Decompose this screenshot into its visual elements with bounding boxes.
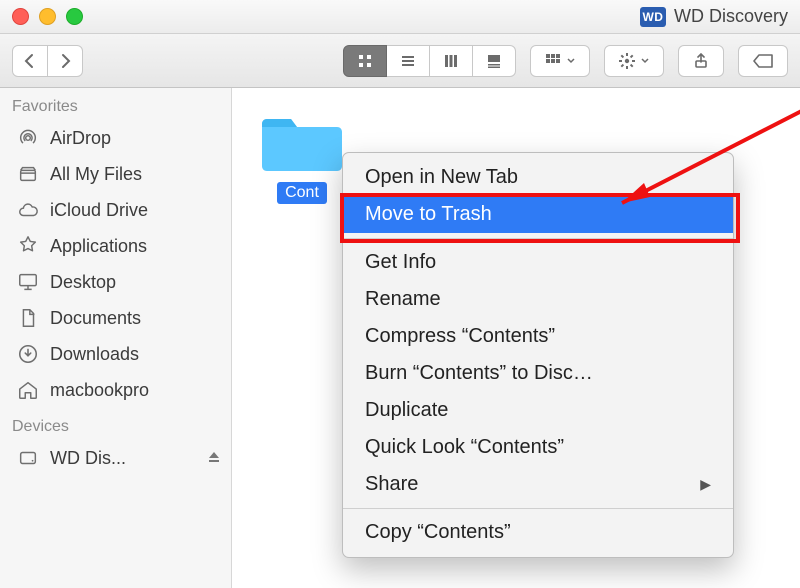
columns-icon	[443, 53, 459, 69]
chevron-right-icon	[57, 53, 73, 69]
sidebar-item-desktop[interactable]: Desktop	[0, 264, 231, 300]
close-window-button[interactable]	[12, 8, 29, 25]
ctx-quick-look[interactable]: Quick Look “Contents”	[343, 429, 733, 466]
ctx-copy[interactable]: Copy “Contents”	[343, 514, 733, 551]
sidebar-item-label: Documents	[50, 308, 141, 329]
ctx-separator	[343, 508, 733, 509]
ctx-item-label: Duplicate	[365, 399, 448, 422]
sidebar-item-label: WD Dis...	[50, 448, 126, 469]
gear-icon	[619, 53, 635, 69]
ctx-get-info[interactable]: Get Info	[343, 244, 733, 281]
zoom-window-button[interactable]	[66, 8, 83, 25]
chevron-left-icon	[22, 53, 38, 69]
ctx-open-new-tab[interactable]: Open in New Tab	[343, 159, 733, 196]
list-view-button[interactable]	[387, 45, 430, 77]
gallery-icon	[486, 53, 502, 69]
ctx-item-label: Compress “Contents”	[365, 325, 555, 348]
nav-buttons	[12, 45, 83, 77]
eject-icon[interactable]	[207, 450, 221, 467]
sidebar-item-device-wd[interactable]: WD Dis...	[0, 440, 231, 476]
ctx-item-label: Share	[365, 473, 418, 496]
desktop-icon	[16, 271, 40, 293]
ctx-share[interactable]: Share ▶	[343, 466, 733, 503]
coverflow-view-button[interactable]	[473, 45, 516, 77]
minimize-window-button[interactable]	[39, 8, 56, 25]
ctx-item-label: Quick Look “Contents”	[365, 436, 564, 459]
sidebar-item-home[interactable]: macbookpro	[0, 372, 231, 408]
documents-icon	[16, 307, 40, 329]
sidebar: Favorites AirDrop All My Files iCloud Dr…	[0, 88, 232, 588]
airdrop-icon	[16, 127, 40, 149]
downloads-icon	[16, 343, 40, 365]
grid-icon	[357, 53, 373, 69]
sidebar-item-label: Desktop	[50, 272, 116, 293]
home-icon	[16, 379, 40, 401]
sidebar-item-airdrop[interactable]: AirDrop	[0, 120, 231, 156]
sidebar-item-label: Applications	[50, 236, 147, 257]
ctx-separator	[343, 238, 733, 239]
ctx-duplicate[interactable]: Duplicate	[343, 392, 733, 429]
cloud-icon	[16, 199, 40, 221]
arrange-button[interactable]	[530, 45, 590, 77]
wd-app-icon: WD	[640, 7, 666, 27]
ctx-burn[interactable]: Burn “Contents” to Disc…	[343, 355, 733, 392]
ctx-rename[interactable]: Rename	[343, 281, 733, 318]
sidebar-item-documents[interactable]: Documents	[0, 300, 231, 336]
context-menu: Open in New Tab Move to Trash Get Info R…	[342, 152, 734, 558]
share-button[interactable]	[678, 45, 724, 77]
sidebar-item-downloads[interactable]: Downloads	[0, 336, 231, 372]
content-pane[interactable]: Cont Open in New Tab Move to Trash Get I…	[232, 88, 800, 588]
window-title-text: WD Discovery	[674, 6, 788, 27]
arrange-icon	[545, 53, 561, 69]
ctx-item-label: Get Info	[365, 251, 436, 274]
ctx-item-label: Move to Trash	[365, 203, 492, 226]
external-disk-icon	[16, 447, 40, 469]
title-bar: WD WD Discovery	[0, 0, 800, 34]
tag-icon	[753, 54, 773, 68]
forward-button[interactable]	[48, 45, 83, 77]
ctx-item-label: Rename	[365, 288, 441, 311]
ctx-item-label: Burn “Contents” to Disc…	[365, 362, 593, 385]
sidebar-item-all-my-files[interactable]: All My Files	[0, 156, 231, 192]
all-files-icon	[16, 163, 40, 185]
list-icon	[400, 53, 416, 69]
chevron-down-icon	[567, 58, 575, 64]
column-view-button[interactable]	[430, 45, 473, 77]
sidebar-item-label: iCloud Drive	[50, 200, 148, 221]
sidebar-item-icloud-drive[interactable]: iCloud Drive	[0, 192, 231, 228]
sidebar-header-favorites: Favorites	[0, 94, 231, 120]
folder-label: Cont	[277, 182, 327, 204]
applications-icon	[16, 235, 40, 257]
action-button[interactable]	[604, 45, 664, 77]
submenu-arrow-icon: ▶	[700, 476, 711, 493]
ctx-compress[interactable]: Compress “Contents”	[343, 318, 733, 355]
back-button[interactable]	[12, 45, 48, 77]
window-title: WD WD Discovery	[640, 6, 788, 27]
ctx-item-label: Copy “Contents”	[365, 521, 511, 544]
ctx-item-label: Open in New Tab	[365, 166, 518, 189]
share-icon	[693, 53, 709, 69]
sidebar-item-label: AirDrop	[50, 128, 111, 149]
sidebar-item-label: All My Files	[50, 164, 142, 185]
toolbar	[0, 34, 800, 88]
traffic-lights	[12, 8, 83, 25]
sidebar-item-label: Downloads	[50, 344, 139, 365]
ctx-move-to-trash[interactable]: Move to Trash	[343, 196, 733, 233]
tags-button[interactable]	[738, 45, 788, 77]
sidebar-item-applications[interactable]: Applications	[0, 228, 231, 264]
icon-view-button[interactable]	[343, 45, 387, 77]
chevron-down-icon	[641, 58, 649, 64]
sidebar-header-devices: Devices	[0, 414, 231, 440]
folder-item-contents[interactable]: Cont	[252, 108, 352, 204]
folder-icon	[258, 108, 346, 176]
view-mode-segmented	[343, 45, 516, 77]
sidebar-item-label: macbookpro	[50, 380, 149, 401]
